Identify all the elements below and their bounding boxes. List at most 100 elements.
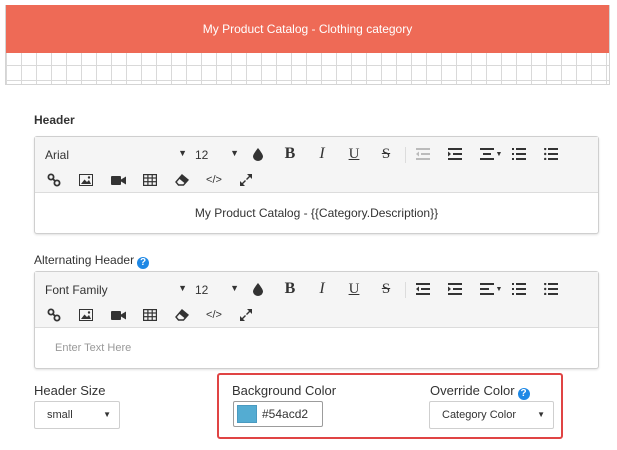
preview-banner-text: My Product Catalog - Clothing category bbox=[202, 22, 413, 36]
override-color-select[interactable]: Category Color ▼ bbox=[429, 401, 554, 429]
outdent-icon bbox=[416, 283, 430, 295]
alt-toolbar-row-2: </> bbox=[35, 304, 598, 328]
strikethrough-button[interactable]: S bbox=[375, 278, 397, 300]
header-toolbar-row-2: </> bbox=[35, 169, 598, 193]
indent-button[interactable] bbox=[444, 143, 466, 165]
insert-table-button[interactable] bbox=[139, 169, 161, 191]
header-toolbar: Arial ▼ 12 ▼ B I U S ▼ </> bbox=[35, 137, 598, 193]
override-color-label-text: Override Color bbox=[430, 383, 515, 398]
code-icon: </> bbox=[206, 309, 222, 321]
unordered-list-button[interactable] bbox=[540, 278, 562, 300]
unordered-list-button[interactable] bbox=[540, 143, 562, 165]
chevron-down-icon: ▼ bbox=[103, 410, 111, 419]
header-size-select[interactable]: small ▼ bbox=[34, 401, 120, 429]
background-color-input[interactable]: #54acd2 bbox=[233, 401, 323, 427]
font-family-value: Arial bbox=[45, 148, 70, 162]
image-icon bbox=[79, 174, 93, 186]
indent-icon bbox=[448, 148, 462, 160]
bold-icon: B bbox=[284, 280, 296, 297]
chevron-down-icon: ▼ bbox=[495, 150, 503, 158]
override-color-value: Category Color bbox=[442, 409, 516, 421]
image-icon bbox=[79, 309, 93, 321]
alternating-header-label-text: Alternating Header bbox=[34, 253, 135, 267]
italic-button[interactable]: I bbox=[311, 143, 333, 165]
alternating-header-label: Alternating Header? bbox=[34, 253, 150, 269]
header-editor: Arial ▼ 12 ▼ B I U S ▼ </> My Product Ca… bbox=[34, 136, 599, 234]
expand-icon bbox=[240, 174, 252, 186]
align-left-icon bbox=[479, 283, 494, 295]
italic-button[interactable]: I bbox=[311, 278, 333, 300]
color-swatch[interactable] bbox=[237, 405, 257, 423]
align-dropdown-button[interactable]: ▼ bbox=[476, 278, 506, 300]
font-size-select[interactable]: 12 ▼ bbox=[195, 283, 239, 297]
header-toolbar-row-1: Arial ▼ 12 ▼ B I U S ▼ bbox=[35, 143, 598, 167]
clear-format-button[interactable] bbox=[171, 304, 193, 326]
font-family-select[interactable]: Arial ▼ bbox=[45, 148, 187, 162]
text-color-button[interactable] bbox=[247, 278, 269, 300]
outdent-button[interactable] bbox=[412, 278, 434, 300]
chevron-down-icon: ▼ bbox=[178, 148, 187, 158]
align-dropdown-button[interactable]: ▼ bbox=[476, 143, 506, 165]
bold-button[interactable]: B bbox=[279, 278, 301, 300]
font-family-value: Font Family bbox=[45, 283, 108, 297]
code-view-button[interactable]: </> bbox=[203, 304, 225, 326]
help-icon[interactable]: ? bbox=[137, 257, 150, 269]
outdent-button[interactable] bbox=[412, 143, 434, 165]
italic-icon: I bbox=[319, 280, 325, 297]
insert-image-button[interactable] bbox=[75, 169, 97, 191]
fullscreen-button[interactable] bbox=[235, 169, 257, 191]
unordered-list-icon bbox=[544, 148, 558, 160]
chevron-down-icon: ▼ bbox=[495, 285, 503, 293]
video-camera-icon bbox=[110, 175, 126, 185]
expand-icon bbox=[240, 309, 252, 321]
strikethrough-button[interactable]: S bbox=[375, 143, 397, 165]
preview-banner: My Product Catalog - Clothing category bbox=[6, 5, 609, 53]
alternating-header-toolbar: Font Family ▼ 12 ▼ B I U S ▼ </> bbox=[35, 272, 598, 328]
eraser-icon bbox=[174, 174, 189, 186]
text-color-button[interactable] bbox=[247, 143, 269, 165]
alt-toolbar-row-1: Font Family ▼ 12 ▼ B I U S ▼ bbox=[35, 278, 598, 302]
catalog-preview: My Product Catalog - Clothing category bbox=[5, 5, 610, 85]
fullscreen-button[interactable] bbox=[235, 304, 257, 326]
ordered-list-icon bbox=[512, 148, 526, 160]
help-icon[interactable]: ? bbox=[517, 388, 530, 400]
background-color-value: #54acd2 bbox=[262, 407, 309, 421]
alternating-header-content[interactable]: Enter Text Here bbox=[35, 328, 598, 368]
font-size-select[interactable]: 12 ▼ bbox=[195, 148, 239, 162]
alternating-header-editor: Font Family ▼ 12 ▼ B I U S ▼ </> Enter T… bbox=[34, 271, 599, 369]
insert-video-button[interactable] bbox=[107, 169, 129, 191]
insert-link-button[interactable] bbox=[43, 304, 65, 326]
clear-format-button[interactable] bbox=[171, 169, 193, 191]
insert-video-button[interactable] bbox=[107, 304, 129, 326]
underline-button[interactable]: U bbox=[343, 278, 365, 300]
indent-button[interactable] bbox=[444, 278, 466, 300]
table-icon bbox=[143, 174, 157, 186]
ordered-list-button[interactable] bbox=[508, 143, 530, 165]
strikethrough-icon: S bbox=[381, 280, 391, 297]
video-camera-icon bbox=[110, 310, 126, 320]
bold-button[interactable]: B bbox=[279, 143, 301, 165]
ordered-list-button[interactable] bbox=[508, 278, 530, 300]
italic-icon: I bbox=[319, 145, 325, 162]
bold-icon: B bbox=[284, 145, 296, 162]
align-center-icon bbox=[479, 148, 494, 160]
insert-image-button[interactable] bbox=[75, 304, 97, 326]
eraser-icon bbox=[174, 309, 189, 321]
droplet-icon bbox=[253, 282, 263, 296]
insert-table-button[interactable] bbox=[139, 304, 161, 326]
header-content[interactable]: My Product Catalog - {{Category.Descript… bbox=[35, 193, 598, 233]
font-family-select[interactable]: Font Family ▼ bbox=[45, 283, 187, 297]
chevron-down-icon: ▼ bbox=[230, 148, 239, 158]
toolbar-divider bbox=[405, 282, 406, 298]
header-label: Header bbox=[34, 113, 75, 127]
toolbar-divider bbox=[405, 147, 406, 163]
alternating-header-placeholder: Enter Text Here bbox=[55, 342, 132, 354]
header-content-text: My Product Catalog - {{Category.Descript… bbox=[194, 206, 439, 220]
background-color-label: Background Color bbox=[232, 383, 337, 398]
underline-button[interactable]: U bbox=[343, 143, 365, 165]
font-size-value: 12 bbox=[195, 148, 209, 162]
code-view-button[interactable]: </> bbox=[203, 169, 225, 191]
table-icon bbox=[143, 309, 157, 321]
insert-link-button[interactable] bbox=[43, 169, 65, 191]
chevron-down-icon: ▼ bbox=[178, 283, 187, 293]
